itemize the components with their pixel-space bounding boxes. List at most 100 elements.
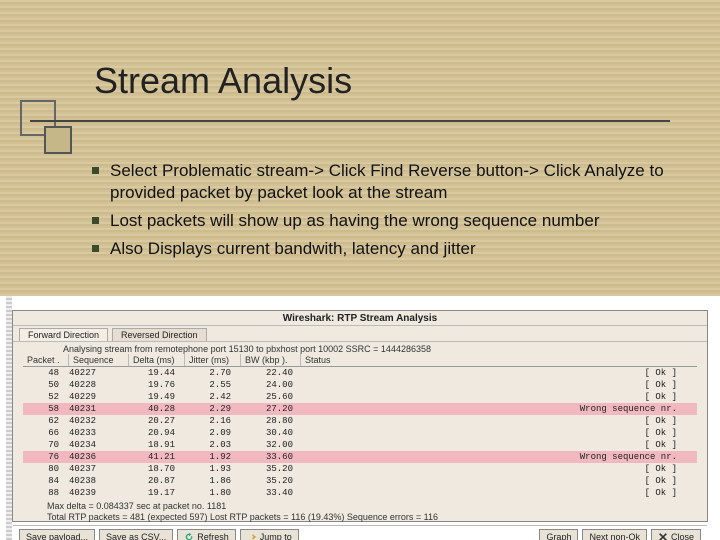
cell-bw: 35.20 [241, 475, 301, 487]
cell-bw: 28.80 [241, 415, 301, 427]
table-row[interactable]: 584023140.282.2927.20Wrong sequence nr. [23, 403, 697, 415]
cell-sequence: 40229 [69, 391, 129, 403]
btn-label: Jump to [260, 532, 292, 540]
cell-jitter: 1.80 [185, 487, 241, 499]
table-row[interactable]: 624023220.272.1628.80[ Ok ] [23, 415, 697, 427]
bullet-item: Also Displays current bandwith, latency … [110, 238, 670, 260]
packet-table: Packet . Sequence Delta (ms) Jitter (ms)… [13, 354, 707, 499]
cell-sequence: 40237 [69, 463, 129, 475]
btn-label: Next non-Ok [589, 532, 640, 540]
summary-block: Max delta = 0.084337 sec at packet no. 1… [13, 499, 707, 525]
cell-delta: 18.91 [129, 439, 185, 451]
cell-delta: 40.28 [129, 403, 185, 415]
cell-packet: 58 [23, 403, 69, 415]
btn-label: Close [671, 532, 694, 540]
cell-status: [ Ok ] [301, 391, 697, 403]
table-row[interactable]: 844023820.871.8635.20[ Ok ] [23, 475, 697, 487]
table-row[interactable]: 804023718.701.9335.20[ Ok ] [23, 463, 697, 475]
jump-icon [247, 532, 257, 540]
cell-status: [ Ok ] [301, 367, 697, 379]
save-csv-button[interactable]: Save as CSV... [99, 529, 173, 540]
graph-button[interactable]: Graph [539, 529, 578, 540]
jump-to-button[interactable]: Jump to [240, 529, 299, 540]
tab-reversed-direction[interactable]: Reversed Direction [112, 328, 207, 341]
cell-bw: 24.00 [241, 379, 301, 391]
cell-packet: 50 [23, 379, 69, 391]
slide: Stream Analysis Select Problematic strea… [0, 0, 720, 540]
cell-jitter: 2.16 [185, 415, 241, 427]
cell-packet: 70 [23, 439, 69, 451]
cell-delta: 19.17 [129, 487, 185, 499]
table-row[interactable]: 704023418.912.0332.00[ Ok ] [23, 439, 697, 451]
cell-delta: 19.49 [129, 391, 185, 403]
cell-delta: 20.87 [129, 475, 185, 487]
cell-status: [ Ok ] [301, 439, 697, 451]
cell-status: Wrong sequence nr. [301, 451, 697, 463]
cell-sequence: 40232 [69, 415, 129, 427]
cell-bw: 22.40 [241, 367, 301, 379]
cell-sequence: 40234 [69, 439, 129, 451]
title-decoration-square-2 [44, 126, 72, 154]
cell-delta: 20.94 [129, 427, 185, 439]
cell-status: [ Ok ] [301, 379, 697, 391]
save-payload-button[interactable]: Save payload... [19, 529, 95, 540]
cell-status: [ Ok ] [301, 487, 697, 499]
cell-status: Wrong sequence nr. [301, 403, 697, 415]
cell-bw: 32.00 [241, 439, 301, 451]
tabbar: Forward Direction Reversed Direction [13, 326, 707, 342]
cell-packet: 84 [23, 475, 69, 487]
next-non-ok-button[interactable]: Next non-Ok [582, 529, 647, 540]
cell-jitter: 2.29 [185, 403, 241, 415]
btn-label: Refresh [197, 532, 229, 540]
cell-jitter: 2.55 [185, 379, 241, 391]
col-bw[interactable]: BW (kbp ). [241, 354, 301, 366]
col-jitter[interactable]: Jitter (ms) [185, 354, 241, 366]
col-status[interactable]: Status [301, 354, 697, 366]
analysing-info: Analysing stream from remotephone port 1… [13, 342, 707, 354]
close-button[interactable]: Close [651, 529, 701, 540]
close-icon [658, 532, 668, 540]
cell-packet: 80 [23, 463, 69, 475]
col-sequence[interactable]: Sequence [69, 354, 129, 366]
cell-jitter: 2.03 [185, 439, 241, 451]
table-row[interactable]: 524022919.492.4225.60[ Ok ] [23, 391, 697, 403]
cell-jitter: 1.93 [185, 463, 241, 475]
table-body: 484022719.442.7022.40[ Ok ]504022819.762… [23, 367, 697, 499]
page-title: Stream Analysis [94, 60, 352, 102]
cell-status: [ Ok ] [301, 415, 697, 427]
table-row[interactable]: 664023320.942.0930.40[ Ok ] [23, 427, 697, 439]
table-row[interactable]: 504022819.762.5524.00[ Ok ] [23, 379, 697, 391]
window-title: Wireshark: RTP Stream Analysis [13, 311, 707, 326]
button-bar: Save payload... Save as CSV... Refresh J… [13, 525, 707, 540]
table-row[interactable]: 484022719.442.7022.40[ Ok ] [23, 367, 697, 379]
cell-packet: 76 [23, 451, 69, 463]
table-header: Packet . Sequence Delta (ms) Jitter (ms)… [23, 354, 697, 367]
cell-bw: 35.20 [241, 463, 301, 475]
col-delta[interactable]: Delta (ms) [129, 354, 185, 366]
cell-status: [ Ok ] [301, 475, 697, 487]
cell-bw: 33.60 [241, 451, 301, 463]
table-row[interactable]: 764023641.211.9233.60Wrong sequence nr. [23, 451, 697, 463]
btn-label: Save as CSV... [106, 532, 166, 540]
tab-forward-direction[interactable]: Forward Direction [19, 328, 108, 341]
cell-delta: 19.76 [129, 379, 185, 391]
cell-status: [ Ok ] [301, 463, 697, 475]
cell-bw: 25.60 [241, 391, 301, 403]
col-packet[interactable]: Packet . [23, 354, 69, 366]
refresh-button[interactable]: Refresh [177, 529, 236, 540]
cell-delta: 41.21 [129, 451, 185, 463]
cell-sequence: 40233 [69, 427, 129, 439]
cell-delta: 19.44 [129, 367, 185, 379]
cell-jitter: 2.42 [185, 391, 241, 403]
wireshark-window: Wireshark: RTP Stream Analysis Forward D… [12, 310, 708, 522]
btn-label: Graph [546, 532, 571, 540]
table-row[interactable]: 884023919.171.8033.40[ Ok ] [23, 487, 697, 499]
cell-sequence: 40228 [69, 379, 129, 391]
bullet-item: Select Problematic stream-> Click Find R… [110, 160, 670, 204]
cell-packet: 62 [23, 415, 69, 427]
cell-delta: 18.70 [129, 463, 185, 475]
cell-status: [ Ok ] [301, 427, 697, 439]
btn-label: Save payload... [26, 532, 88, 540]
cell-jitter: 2.09 [185, 427, 241, 439]
cell-bw: 27.20 [241, 403, 301, 415]
